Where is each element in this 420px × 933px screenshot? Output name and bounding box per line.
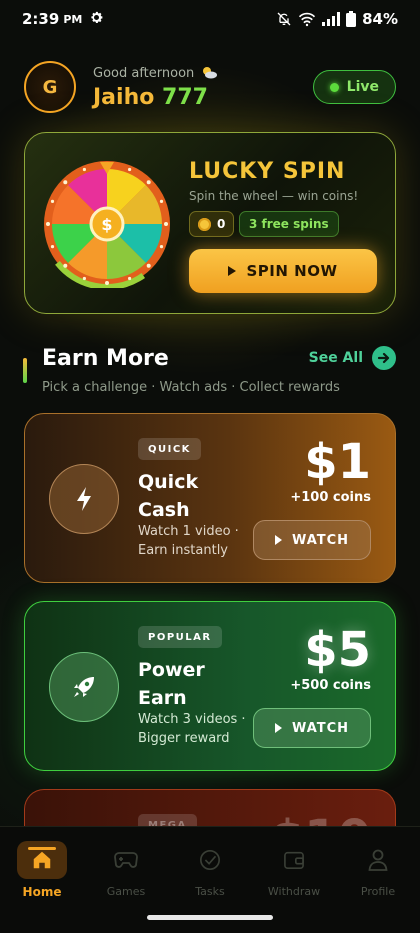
offer-title: Power Earn bbox=[138, 659, 205, 709]
brand-word: Jaiho bbox=[93, 84, 155, 110]
nav-item-games[interactable]: Games bbox=[84, 841, 168, 898]
spin-title: LUCKY SPIN bbox=[189, 159, 346, 184]
section-subtitle: Pick a challenge · Watch ads · Collect r… bbox=[42, 380, 340, 395]
nav-active-indicator bbox=[28, 847, 56, 850]
offer-description: Watch 3 videos · Bigger reward bbox=[138, 712, 246, 746]
nav-label: Tasks bbox=[195, 885, 225, 898]
coin-balance-chip: 0 bbox=[189, 211, 235, 237]
see-all-link[interactable]: See All bbox=[309, 346, 396, 370]
greeting-block: Good afternoon Jaiho 777 bbox=[93, 65, 218, 110]
settings-gear-icon bbox=[89, 10, 104, 29]
live-label: Live bbox=[346, 79, 379, 95]
nav-item-profile[interactable]: Profile bbox=[336, 841, 420, 898]
nav-label: Home bbox=[22, 885, 62, 899]
status-time: 2:39 bbox=[22, 10, 60, 28]
offer-title: Quick Cash bbox=[138, 471, 199, 521]
spin-now-button[interactable]: SPIN NOW bbox=[189, 249, 377, 293]
play-icon bbox=[274, 535, 282, 545]
spin-now-label: SPIN NOW bbox=[246, 262, 338, 280]
offer-description: Watch 1 video · Earn instantly bbox=[138, 524, 239, 558]
wallet-icon bbox=[269, 841, 319, 879]
spin-wheel-icon[interactable]: $ bbox=[43, 160, 171, 288]
offer-amount: $1 bbox=[304, 434, 371, 490]
lucky-spin-card: $ LUCKY SPIN Spin the wheel — win coins!… bbox=[24, 132, 396, 314]
offer-tag: POPULAR bbox=[138, 626, 222, 648]
app-header: G Good afternoon Jaiho 777 Live bbox=[24, 58, 396, 116]
nav-item-withdraw[interactable]: Withdraw bbox=[252, 841, 336, 898]
section-title: Earn More bbox=[42, 346, 169, 371]
arrow-right-icon bbox=[372, 346, 396, 370]
free-spins-chip: 3 free spins bbox=[239, 211, 339, 237]
offer-coins: +500 coins bbox=[290, 678, 371, 693]
sun-cloud-icon bbox=[200, 65, 218, 83]
play-icon bbox=[274, 723, 282, 733]
signal-icon bbox=[322, 12, 341, 26]
nav-item-tasks[interactable]: Tasks bbox=[168, 841, 252, 898]
spin-subtitle: Spin the wheel — win coins! bbox=[189, 189, 359, 203]
mute-icon bbox=[276, 11, 292, 27]
watch-button[interactable]: WATCH bbox=[253, 708, 371, 748]
nav-label: Withdraw bbox=[267, 885, 321, 898]
bolt-icon bbox=[49, 464, 119, 534]
offer-amount: $5 bbox=[304, 622, 371, 678]
live-status-pill[interactable]: Live bbox=[312, 70, 396, 104]
see-all-label: See All bbox=[308, 350, 363, 366]
wifi-icon bbox=[298, 11, 316, 27]
offer-coins: +100 coins bbox=[290, 490, 371, 505]
nav-label: Games bbox=[106, 885, 146, 898]
user-icon bbox=[353, 841, 403, 879]
brand-number: 777 bbox=[162, 84, 208, 110]
avatar[interactable]: G bbox=[24, 61, 76, 113]
live-dot-icon bbox=[329, 82, 339, 92]
system-home-indicator[interactable] bbox=[147, 915, 273, 920]
brand-name: Jaiho 777 bbox=[93, 85, 218, 110]
check-circle-icon bbox=[185, 841, 235, 879]
greeting-text: Good afternoon bbox=[93, 66, 195, 81]
play-icon bbox=[228, 266, 237, 276]
coin-balance: 0 bbox=[217, 217, 226, 231]
watch-button[interactable]: WATCH bbox=[253, 520, 371, 560]
wheel-center-symbol: $ bbox=[101, 215, 112, 234]
watch-label: WATCH bbox=[291, 532, 350, 548]
status-bar: 2:39 PM 84% bbox=[0, 0, 420, 38]
section-accent-bar bbox=[23, 358, 27, 383]
offer-tag: QUICK bbox=[138, 438, 201, 460]
offer-card-quick-cash[interactable]: QUICK Quick Cash Watch 1 video · Earn in… bbox=[24, 413, 396, 583]
offer-card-power-earn[interactable]: POPULAR Power Earn Watch 3 videos · Bigg… bbox=[24, 601, 396, 771]
nav-label: Profile bbox=[360, 885, 396, 898]
nav-item-home[interactable]: Home bbox=[0, 841, 84, 899]
status-ampm: PM bbox=[63, 12, 83, 26]
battery-icon bbox=[346, 11, 357, 27]
watch-label: WATCH bbox=[291, 720, 350, 736]
battery-percent: 84% bbox=[362, 10, 398, 28]
gamepad-icon bbox=[101, 841, 151, 879]
coin-icon bbox=[198, 217, 211, 231]
rocket-icon bbox=[49, 652, 119, 722]
